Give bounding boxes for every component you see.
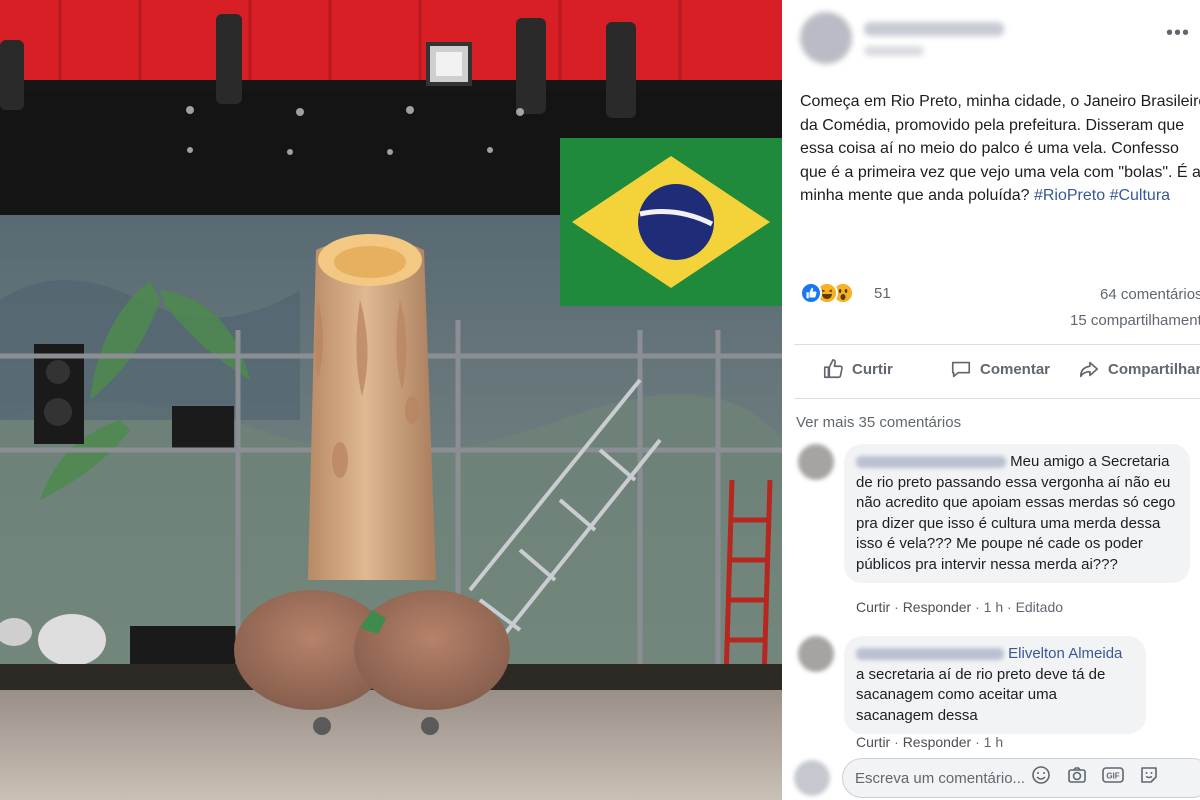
see-more-label: Ver mais 35 comentários bbox=[796, 414, 962, 431]
like-button[interactable]: Curtir bbox=[822, 358, 893, 380]
post-text: Começa em Rio Preto, minha cidade, o Jan… bbox=[800, 90, 1200, 208]
stage-photo-illustration bbox=[0, 0, 782, 800]
svg-text:GIF: GIF bbox=[1106, 772, 1119, 781]
hashtag-rio-preto[interactable]: #RioPreto bbox=[1034, 187, 1105, 204]
post-author-row: ••• bbox=[800, 12, 1189, 68]
post-side-panel: ••• Começa em Rio Preto, minha cidade, o… bbox=[782, 0, 1200, 800]
share-arrow-icon bbox=[1079, 361, 1099, 378]
tagged-user-link[interactable]: Elivelton Almeida bbox=[1008, 645, 1122, 662]
comment-meta: Curtir · Responder · 1 h bbox=[856, 734, 1004, 750]
commenter-avatar[interactable] bbox=[798, 444, 834, 480]
comment-meta: Curtir · Responder · 1 h · Editado bbox=[856, 599, 1064, 615]
reactions-summary: 51 64 comentários 15 compartilhamentos bbox=[800, 282, 1200, 329]
comments-count[interactable]: 64 comentários bbox=[1100, 286, 1200, 303]
comment-like-link[interactable]: Curtir bbox=[856, 599, 890, 615]
thumbs-up-icon bbox=[823, 359, 843, 379]
comment-time[interactable]: 1 h bbox=[984, 599, 1003, 615]
post-meta-redacted bbox=[864, 46, 924, 56]
comment-text: Meu amigo a Secretaria de rio preto pass… bbox=[856, 453, 1176, 573]
emoji-icon[interactable] bbox=[1030, 764, 1052, 786]
hashtag-cultura[interactable]: #Cultura bbox=[1110, 187, 1170, 204]
commenter-avatar[interactable] bbox=[798, 636, 834, 672]
gif-icon[interactable]: GIF bbox=[1102, 764, 1124, 786]
comment-composer: Escreva um comentário... GIF bbox=[794, 752, 1200, 800]
camera-icon[interactable] bbox=[1066, 764, 1088, 786]
comment-time[interactable]: 1 h bbox=[984, 734, 1003, 750]
comment-bubble-icon bbox=[951, 361, 971, 378]
post-actions: Curtir Comentar Compartilhar bbox=[794, 350, 1200, 394]
comment-button-label: Comentar bbox=[980, 360, 1051, 378]
composer-icons: GIF bbox=[1030, 764, 1160, 786]
current-user-avatar bbox=[794, 760, 830, 796]
more-options-icon[interactable]: ••• bbox=[1166, 22, 1190, 45]
comment-bubble: Elivelton Almeida a secretaria aí de rio… bbox=[844, 636, 1146, 734]
author-name-redacted[interactable] bbox=[864, 22, 1004, 36]
sticker-icon[interactable] bbox=[1138, 764, 1160, 786]
comment-reply-link[interactable]: Responder bbox=[903, 734, 972, 750]
shares-count[interactable]: 15 compartilhamentos bbox=[1070, 312, 1200, 329]
divider-top bbox=[794, 344, 1200, 345]
comment-reply-link[interactable]: Responder bbox=[903, 599, 972, 615]
share-button-label: Compartilhar bbox=[1108, 360, 1200, 378]
like-reaction-icon[interactable] bbox=[800, 282, 822, 304]
author-avatar[interactable] bbox=[800, 12, 852, 64]
comment-like-link[interactable]: Curtir bbox=[856, 734, 890, 750]
comment-edited: Editado bbox=[1015, 599, 1064, 615]
reaction-count[interactable]: 51 bbox=[874, 285, 891, 302]
see-more-comments-link[interactable]: Ver mais 35 comentários bbox=[796, 414, 961, 431]
comment-input-placeholder: Escreva um comentário... bbox=[855, 769, 1026, 787]
like-button-label: Curtir bbox=[852, 360, 893, 378]
divider-bottom bbox=[794, 398, 1200, 399]
share-button[interactable]: Compartilhar bbox=[1078, 358, 1200, 380]
commenter-name-redacted[interactable] bbox=[856, 648, 1004, 661]
comment-bubble: Meu amigo a Secretaria de rio preto pass… bbox=[844, 444, 1190, 583]
comment-text: a secretaria aí de rio preto deve tá de … bbox=[856, 665, 1106, 724]
post-photo[interactable] bbox=[0, 0, 782, 800]
commenter-name-redacted[interactable] bbox=[856, 456, 1006, 469]
